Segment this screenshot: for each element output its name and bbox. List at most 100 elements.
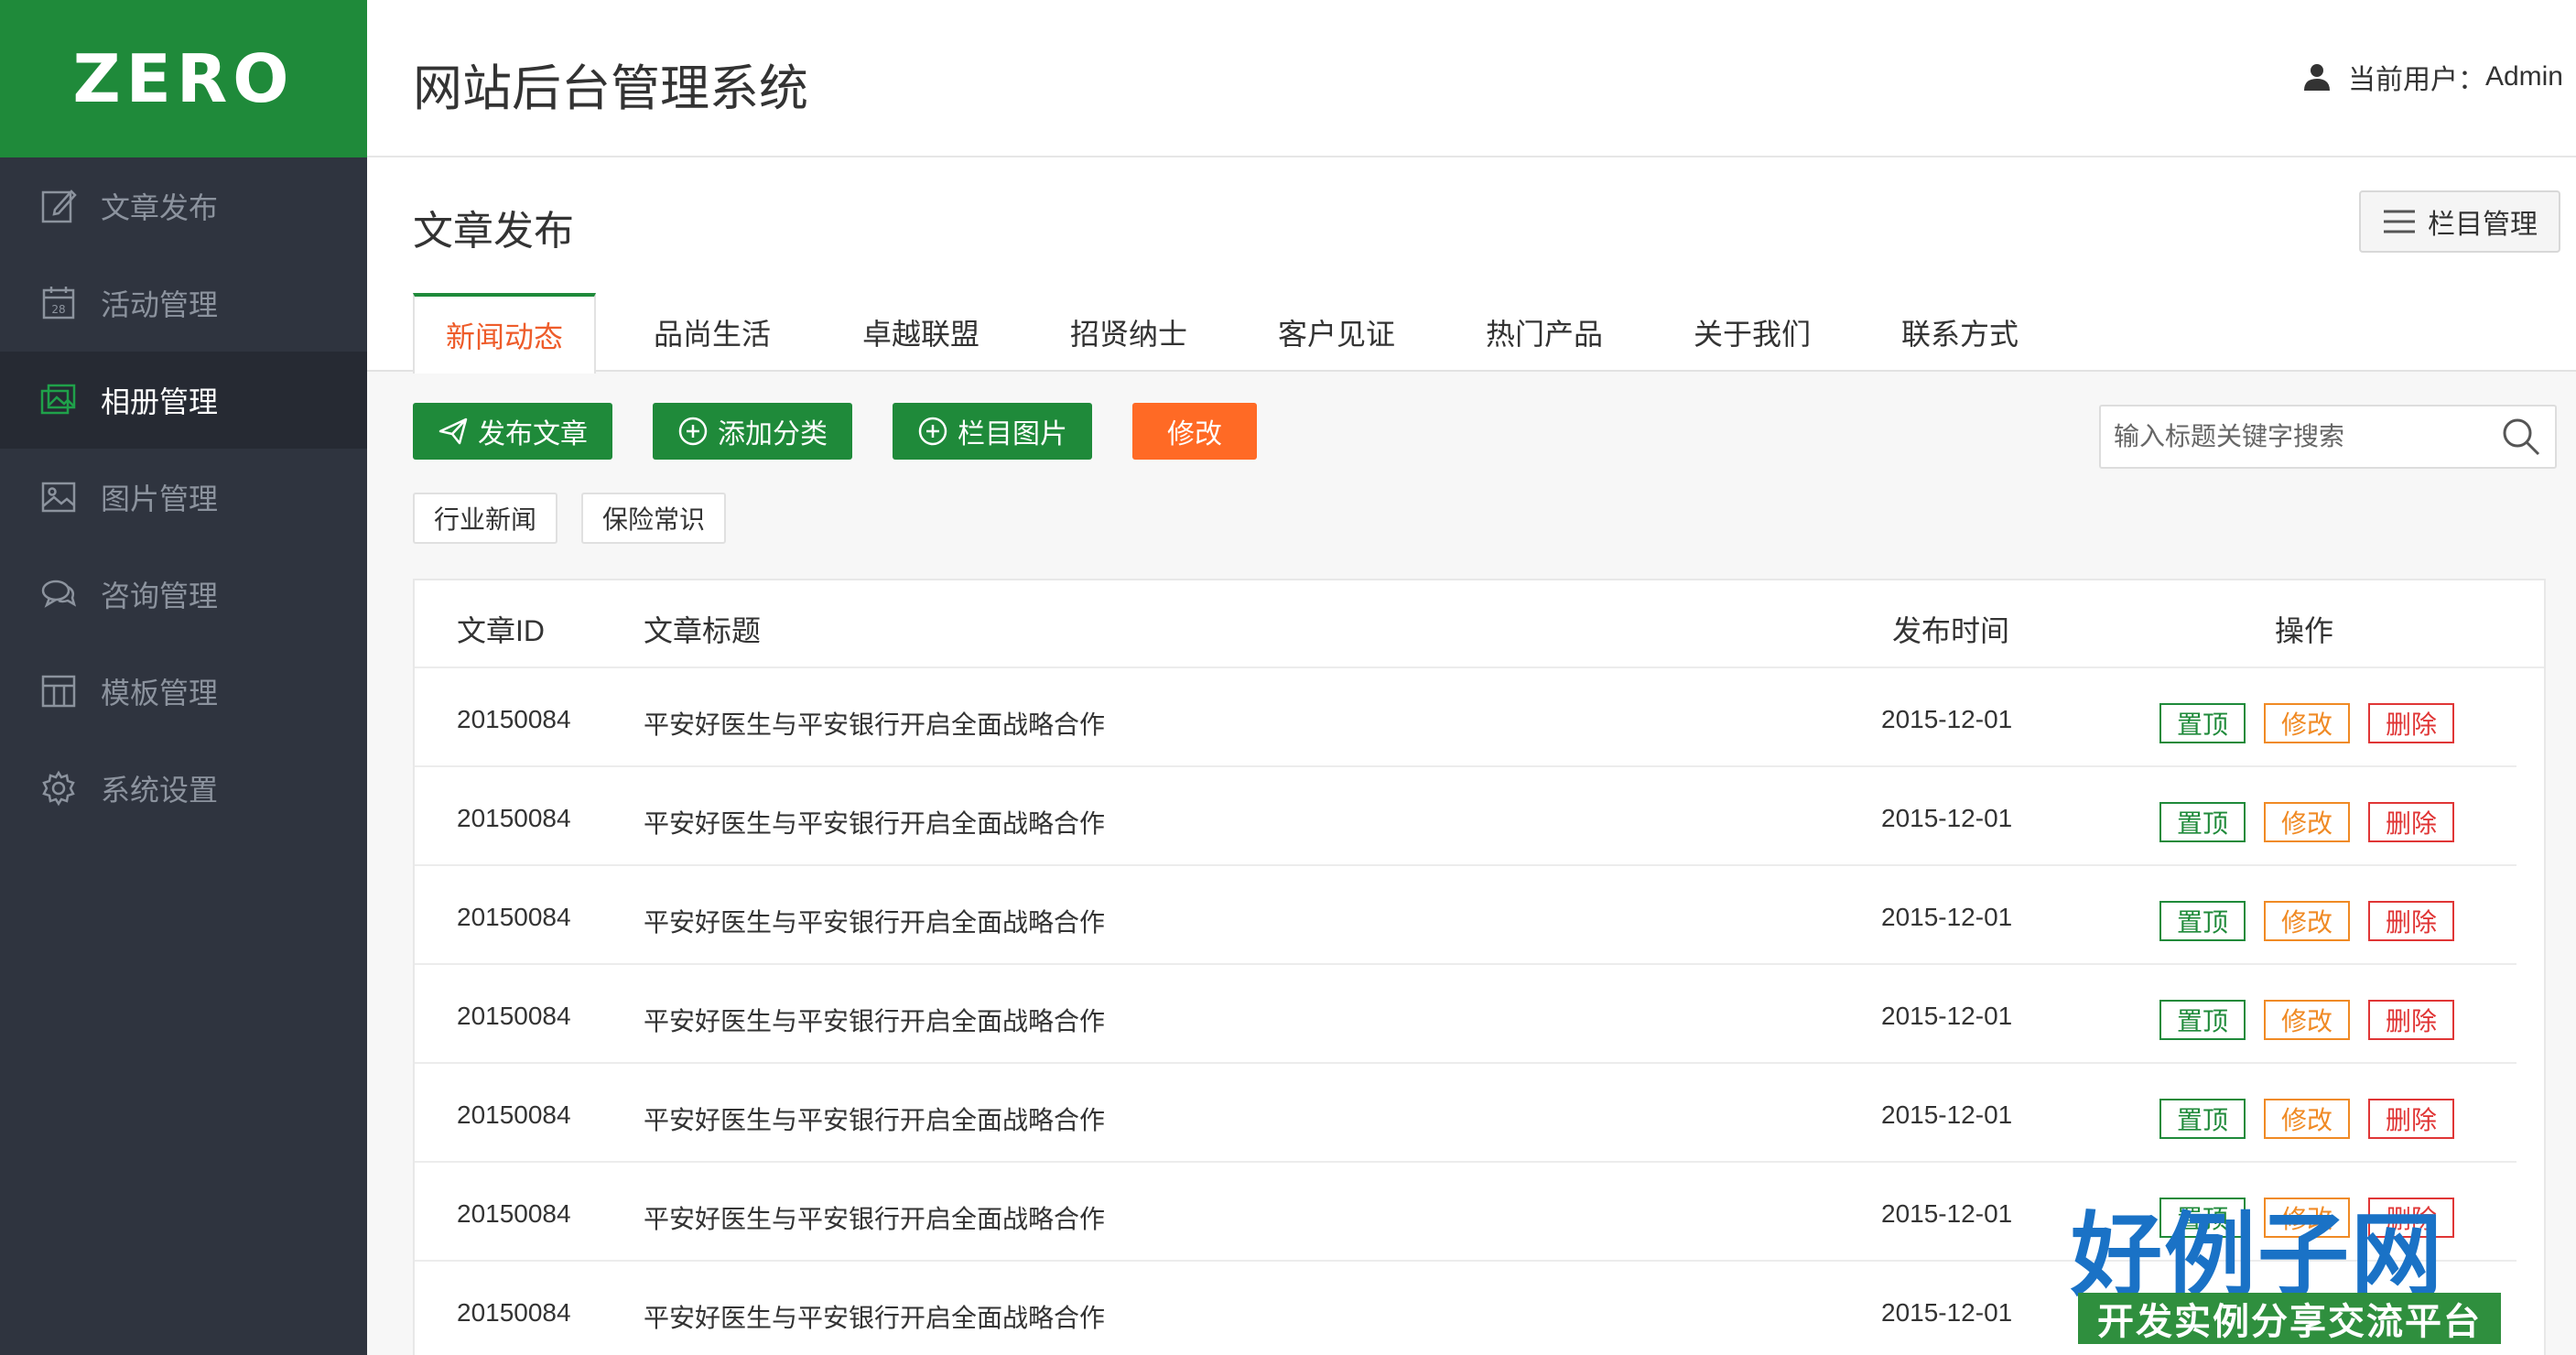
- row-delete-button[interactable]: 删除: [2368, 703, 2454, 743]
- column-manage-button[interactable]: 栏目管理: [2359, 190, 2560, 253]
- sidebar: ZERO 文章发布 28 活动管理 相册管理 图片管理 咨询管理 模板管理 系统…: [0, 0, 367, 1355]
- plus-circle-icon: [918, 417, 947, 446]
- article-id: 20150084: [457, 1298, 571, 1327]
- add-category-label: 添加分类: [718, 419, 828, 450]
- subcategory-list: 行业新闻 保险常识: [413, 493, 750, 544]
- header-article-id: 文章ID: [457, 614, 546, 647]
- header-operations: 操作: [2275, 614, 2334, 647]
- publish-article-label: 发布文章: [478, 419, 588, 450]
- logo[interactable]: ZERO: [0, 0, 367, 157]
- add-category-button[interactable]: 添加分类: [653, 403, 852, 460]
- article-id: 20150084: [457, 1100, 571, 1129]
- row-delete-button[interactable]: 删除: [2368, 1000, 2454, 1040]
- row-edit-button[interactable]: 修改: [2264, 802, 2350, 842]
- row-edit-button[interactable]: 修改: [2264, 901, 2350, 941]
- article-title[interactable]: 平安好医生与平安银行开启全面战略合作: [644, 903, 1105, 939]
- article-date: 2015-12-01: [1881, 1002, 2013, 1030]
- current-user-name: Admin: [2484, 61, 2563, 92]
- column-image-button[interactable]: 栏目图片: [893, 403, 1092, 460]
- tab-news[interactable]: 新闻动态: [413, 293, 596, 374]
- current-user[interactable]: 当前用户： Admin: [2302, 57, 2563, 97]
- row-delete-button[interactable]: 删除: [2368, 802, 2454, 842]
- table-row: 20150084 平安好医生与平安银行开启全面战略合作 2015-12-01 置顶修改…: [415, 767, 2544, 866]
- image-icon: [40, 479, 77, 515]
- sidebar-item-album[interactable]: 相册管理: [0, 352, 367, 449]
- article-id: 20150084: [457, 1199, 571, 1228]
- article-title[interactable]: 平安好医生与平安银行开启全面战略合作: [644, 1199, 1105, 1236]
- pin-top-button[interactable]: 置顶: [2159, 703, 2246, 743]
- header-publish-date: 发布时间: [1892, 614, 2010, 647]
- article-title[interactable]: 平安好医生与平安银行开启全面战略合作: [644, 1298, 1105, 1335]
- row-delete-button[interactable]: 删除: [2368, 901, 2454, 941]
- category-tabs: 新闻动态 品尚生活 卓越联盟 招贤纳士 客户见证 热门产品 关于我们 联系方式: [413, 293, 2075, 374]
- tab-testimonials[interactable]: 客户见证: [1244, 293, 1429, 372]
- menu-icon: [2384, 210, 2415, 233]
- tab-hot-products[interactable]: 热门产品: [1429, 293, 1660, 372]
- publish-article-button[interactable]: 发布文章: [413, 403, 612, 460]
- toolbar: 发布文章 添加分类 栏目图片 修改: [413, 403, 1297, 461]
- row-delete-button[interactable]: 删除: [2368, 1099, 2454, 1139]
- top-header: 网站后台管理系统 当前用户： Admin: [367, 0, 2576, 157]
- chat-icon: [40, 576, 77, 612]
- sidebar-item-label: 相册管理: [101, 385, 219, 418]
- search-input[interactable]: [2101, 422, 2495, 451]
- sidebar-item-activity[interactable]: 28 活动管理: [0, 255, 367, 352]
- table-row: 20150084 平安好医生与平安银行开启全面战略合作 2015-12-01 置顶修改…: [415, 965, 2544, 1064]
- article-id: 20150084: [457, 1002, 571, 1030]
- tab-about[interactable]: 关于我们: [1660, 293, 1845, 372]
- page-title: 文章发布: [413, 209, 574, 254]
- watermark-logo: 好例子网 开发实例分享交流平台: [2071, 1181, 2501, 1355]
- sidebar-item-settings[interactable]: 系统设置: [0, 740, 367, 837]
- article-title[interactable]: 平安好医生与平安银行开启全面战略合作: [644, 1002, 1105, 1038]
- sidebar-item-template[interactable]: 模板管理: [0, 643, 367, 740]
- table-row: 20150084 平安好医生与平安银行开启全面战略合作 2015-12-01 置顶修改…: [415, 668, 2544, 767]
- sidebar-item-label: 活动管理: [101, 288, 219, 321]
- tab-alliance[interactable]: 卓越联盟: [828, 293, 1013, 372]
- row-edit-button[interactable]: 修改: [2264, 1000, 2350, 1040]
- subcategory-insurance-tips[interactable]: 保险常识: [581, 493, 726, 544]
- header-article-title: 文章标题: [644, 614, 762, 647]
- table-header: 文章ID 文章标题 发布时间 操作: [415, 580, 2544, 668]
- pin-top-button[interactable]: 置顶: [2159, 1000, 2246, 1040]
- article-id: 20150084: [457, 705, 571, 733]
- search-box: [2099, 405, 2557, 469]
- article-title[interactable]: 平安好医生与平安银行开启全面战略合作: [644, 1100, 1105, 1137]
- sidebar-nav: 文章发布 28 活动管理 相册管理 图片管理 咨询管理 模板管理 系统设置: [0, 157, 367, 837]
- main-content: 文章发布 栏目管理 新闻动态 品尚生活 卓越联盟 招贤纳士 客户见证 热门产品 …: [367, 157, 2576, 1355]
- article-date: 2015-12-01: [1881, 705, 2013, 733]
- table-row: 20150084 平安好医生与平安银行开启全面战略合作 2015-12-01 置顶修改…: [415, 866, 2544, 965]
- sidebar-item-label: 系统设置: [101, 774, 219, 807]
- article-date: 2015-12-01: [1881, 804, 2013, 832]
- article-date: 2015-12-01: [1881, 903, 2013, 931]
- sidebar-item-images[interactable]: 图片管理: [0, 449, 367, 546]
- user-icon: [2303, 64, 2330, 91]
- edit-button[interactable]: 修改: [1132, 403, 1257, 460]
- plus-circle-icon: [678, 417, 708, 446]
- article-id: 20150084: [457, 804, 571, 832]
- pin-top-button[interactable]: 置顶: [2159, 802, 2246, 842]
- gear-icon: [40, 770, 77, 807]
- tab-contact[interactable]: 联系方式: [1845, 293, 2075, 372]
- subcategory-industry-news[interactable]: 行业新闻: [413, 493, 557, 544]
- article-title[interactable]: 平安好医生与平安银行开启全面战略合作: [644, 804, 1105, 840]
- table-row: 20150084 平安好医生与平安银行开启全面战略合作 2015-12-01 置顶修改…: [415, 1064, 2544, 1163]
- edit-icon: [40, 188, 77, 224]
- album-icon: [40, 382, 77, 418]
- sidebar-item-label: 图片管理: [101, 482, 219, 515]
- row-edit-button[interactable]: 修改: [2264, 703, 2350, 743]
- article-id: 20150084: [457, 903, 571, 931]
- row-edit-button[interactable]: 修改: [2264, 1099, 2350, 1139]
- pin-top-button[interactable]: 置顶: [2159, 1099, 2246, 1139]
- column-manage-label: 栏目管理: [2428, 210, 2538, 240]
- article-title[interactable]: 平安好医生与平安银行开启全面战略合作: [644, 705, 1105, 742]
- sidebar-item-article-publish[interactable]: 文章发布: [0, 157, 367, 255]
- pin-top-button[interactable]: 置顶: [2159, 901, 2246, 941]
- column-image-label: 栏目图片: [958, 419, 1067, 450]
- tab-lifestyle[interactable]: 品尚生活: [596, 293, 828, 372]
- article-date: 2015-12-01: [1881, 1199, 2013, 1228]
- sidebar-item-label: 咨询管理: [101, 580, 219, 612]
- article-date: 2015-12-01: [1881, 1298, 2013, 1327]
- tab-recruit[interactable]: 招贤纳士: [1013, 293, 1244, 372]
- sidebar-item-consult[interactable]: 咨询管理: [0, 546, 367, 643]
- search-icon[interactable]: [2500, 416, 2542, 458]
